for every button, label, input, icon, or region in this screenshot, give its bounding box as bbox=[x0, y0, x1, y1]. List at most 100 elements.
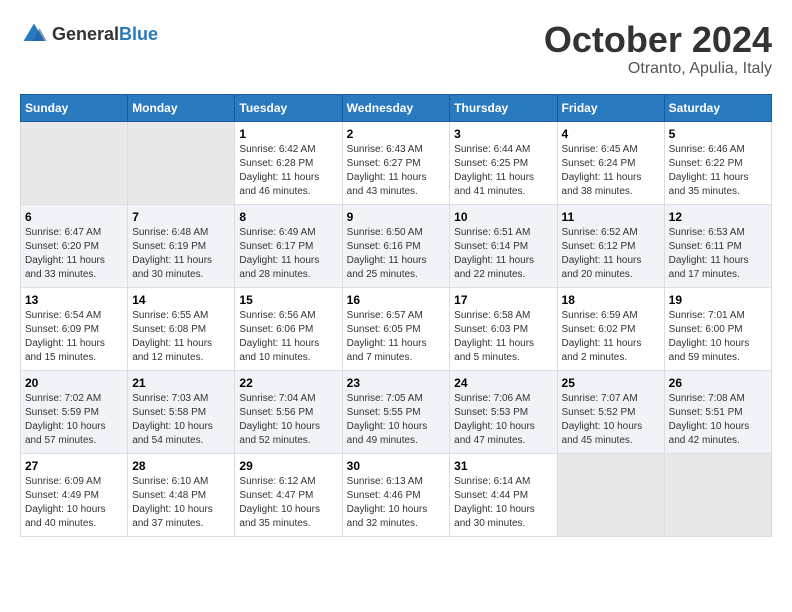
calendar-cell: 19Sunrise: 7:01 AMSunset: 6:00 PMDayligh… bbox=[664, 287, 771, 370]
day-info: Sunrise: 7:03 AMSunset: 5:58 PMDaylight:… bbox=[132, 392, 230, 448]
calendar-cell bbox=[664, 453, 771, 536]
day-number: 15 bbox=[239, 293, 337, 307]
calendar-cell: 9 Sunrise: 6:50 AMSunset: 6:16 PMDaylight… bbox=[342, 204, 450, 287]
logo-blue: Blue bbox=[119, 24, 158, 44]
day-info: Sunrise: 6:49 AMSunset: 6:17 PMDaylight:… bbox=[239, 226, 337, 282]
calendar-cell: 20Sunrise: 7:02 AMSunset: 5:59 PMDayligh… bbox=[21, 370, 128, 453]
calendar-cell: 11Sunrise: 6:52 AMSunset: 6:12 PMDayligh… bbox=[557, 204, 664, 287]
calendar-cell: 1 Sunrise: 6:42 AMSunset: 6:28 PMDaylight… bbox=[235, 121, 342, 204]
calendar-cell: 17Sunrise: 6:58 AMSunset: 6:03 PMDayligh… bbox=[450, 287, 557, 370]
calendar-cell: 30Sunrise: 6:13 AMSunset: 4:46 PMDayligh… bbox=[342, 453, 450, 536]
day-info: Sunrise: 7:06 AMSunset: 5:53 PMDaylight:… bbox=[454, 392, 552, 448]
calendar-week-row: 27 Sunrise: 6:09 AMSunset: 4:49 PMDayligh… bbox=[21, 453, 772, 536]
day-number: 31 bbox=[454, 459, 552, 473]
day-number: 24 bbox=[454, 376, 552, 390]
day-number: 3 bbox=[454, 127, 552, 141]
calendar-table: SundayMondayTuesdayWednesdayThursdayFrid… bbox=[20, 94, 772, 537]
calendar-cell: 2 Sunrise: 6:43 AMSunset: 6:27 PMDaylight… bbox=[342, 121, 450, 204]
calendar-cell: 26 Sunrise: 7:08 AMSunset: 5:51 PMDayligh… bbox=[664, 370, 771, 453]
day-header-friday: Friday bbox=[557, 94, 664, 121]
calendar-cell: 10Sunrise: 6:51 AMSunset: 6:14 PMDayligh… bbox=[450, 204, 557, 287]
calendar-week-row: 13 Sunrise: 6:54 AMSunset: 6:09 PMDayligh… bbox=[21, 287, 772, 370]
calendar-cell: 14Sunrise: 6:55 AMSunset: 6:08 PMDayligh… bbox=[128, 287, 235, 370]
day-header-thursday: Thursday bbox=[450, 94, 557, 121]
page-header: GeneralBlue October 2024 Otranto, Apulia… bbox=[20, 20, 772, 78]
day-number: 28 bbox=[132, 459, 230, 473]
calendar-cell: 5 Sunrise: 6:46 AMSunset: 6:22 PMDaylight… bbox=[664, 121, 771, 204]
day-info: Sunrise: 6:14 AMSunset: 4:44 PMDaylight:… bbox=[454, 475, 552, 531]
day-number: 9 bbox=[347, 210, 446, 224]
day-number: 29 bbox=[239, 459, 337, 473]
day-info: Sunrise: 6:44 AMSunset: 6:25 PMDaylight:… bbox=[454, 143, 552, 199]
day-number: 5 bbox=[669, 127, 767, 141]
day-info: Sunrise: 6:55 AMSunset: 6:08 PMDaylight:… bbox=[132, 309, 230, 365]
day-info: Sunrise: 6:09 AMSunset: 4:49 PMDaylight:… bbox=[25, 475, 123, 531]
day-info: Sunrise: 6:53 AMSunset: 6:11 PMDaylight:… bbox=[669, 226, 767, 282]
location-title: Otranto, Apulia, Italy bbox=[544, 60, 772, 78]
calendar-cell: 29 Sunrise: 6:12 AMSunset: 4:47 PMDayligh… bbox=[235, 453, 342, 536]
calendar-cell: 16Sunrise: 6:57 AMSunset: 6:05 PMDayligh… bbox=[342, 287, 450, 370]
day-number: 17 bbox=[454, 293, 552, 307]
day-number: 30 bbox=[347, 459, 446, 473]
calendar-cell: 12Sunrise: 6:53 AMSunset: 6:11 PMDayligh… bbox=[664, 204, 771, 287]
day-number: 10 bbox=[454, 210, 552, 224]
logo-text: GeneralBlue bbox=[52, 24, 158, 45]
calendar-cell: 7 Sunrise: 6:48 AMSunset: 6:19 PMDaylight… bbox=[128, 204, 235, 287]
day-number: 20 bbox=[25, 376, 123, 390]
calendar-cell: 13 Sunrise: 6:54 AMSunset: 6:09 PMDayligh… bbox=[21, 287, 128, 370]
day-number: 22 bbox=[239, 376, 337, 390]
day-info: Sunrise: 6:43 AMSunset: 6:27 PMDaylight:… bbox=[347, 143, 446, 199]
day-number: 21 bbox=[132, 376, 230, 390]
day-info: Sunrise: 6:52 AMSunset: 6:12 PMDaylight:… bbox=[562, 226, 660, 282]
calendar-cell: 24 Sunrise: 7:06 AMSunset: 5:53 PMDayligh… bbox=[450, 370, 557, 453]
day-info: Sunrise: 6:54 AMSunset: 6:09 PMDaylight:… bbox=[25, 309, 123, 365]
day-header-sunday: Sunday bbox=[21, 94, 128, 121]
day-info: Sunrise: 6:42 AMSunset: 6:28 PMDaylight:… bbox=[239, 143, 337, 199]
calendar-header-row: SundayMondayTuesdayWednesdayThursdayFrid… bbox=[21, 94, 772, 121]
calendar-week-row: 20Sunrise: 7:02 AMSunset: 5:59 PMDayligh… bbox=[21, 370, 772, 453]
calendar-cell: 23 Sunrise: 7:05 AMSunset: 5:55 PMDayligh… bbox=[342, 370, 450, 453]
day-number: 26 bbox=[669, 376, 767, 390]
day-number: 6 bbox=[25, 210, 123, 224]
day-info: Sunrise: 6:48 AMSunset: 6:19 PMDaylight:… bbox=[132, 226, 230, 282]
day-header-saturday: Saturday bbox=[664, 94, 771, 121]
day-number: 7 bbox=[132, 210, 230, 224]
day-number: 27 bbox=[25, 459, 123, 473]
calendar-cell: 6Sunrise: 6:47 AMSunset: 6:20 PMDaylight… bbox=[21, 204, 128, 287]
day-info: Sunrise: 7:04 AMSunset: 5:56 PMDaylight:… bbox=[239, 392, 337, 448]
calendar-cell: 8 Sunrise: 6:49 AMSunset: 6:17 PMDaylight… bbox=[235, 204, 342, 287]
day-number: 8 bbox=[239, 210, 337, 224]
calendar-cell bbox=[128, 121, 235, 204]
day-header-monday: Monday bbox=[128, 94, 235, 121]
day-info: Sunrise: 7:01 AMSunset: 6:00 PMDaylight:… bbox=[669, 309, 767, 365]
day-info: Sunrise: 6:50 AMSunset: 6:16 PMDaylight:… bbox=[347, 226, 446, 282]
logo: GeneralBlue bbox=[20, 20, 158, 48]
day-number: 18 bbox=[562, 293, 660, 307]
calendar-cell bbox=[21, 121, 128, 204]
calendar-week-row: 1 Sunrise: 6:42 AMSunset: 6:28 PMDaylight… bbox=[21, 121, 772, 204]
calendar-cell: 18 Sunrise: 6:59 AMSunset: 6:02 PMDayligh… bbox=[557, 287, 664, 370]
day-info: Sunrise: 7:08 AMSunset: 5:51 PMDaylight:… bbox=[669, 392, 767, 448]
calendar-cell: 27 Sunrise: 6:09 AMSunset: 4:49 PMDayligh… bbox=[21, 453, 128, 536]
calendar-cell bbox=[557, 453, 664, 536]
month-title: October 2024 bbox=[544, 20, 772, 60]
day-number: 1 bbox=[239, 127, 337, 141]
day-info: Sunrise: 6:12 AMSunset: 4:47 PMDaylight:… bbox=[239, 475, 337, 531]
day-info: Sunrise: 6:46 AMSunset: 6:22 PMDaylight:… bbox=[669, 143, 767, 199]
calendar-cell: 31 Sunrise: 6:14 AMSunset: 4:44 PMDayligh… bbox=[450, 453, 557, 536]
day-number: 2 bbox=[347, 127, 446, 141]
day-info: Sunrise: 6:59 AMSunset: 6:02 PMDaylight:… bbox=[562, 309, 660, 365]
day-header-tuesday: Tuesday bbox=[235, 94, 342, 121]
title-block: October 2024 Otranto, Apulia, Italy bbox=[544, 20, 772, 78]
day-number: 13 bbox=[25, 293, 123, 307]
logo-general: General bbox=[52, 24, 119, 44]
day-number: 23 bbox=[347, 376, 446, 390]
calendar-cell: 15Sunrise: 6:56 AMSunset: 6:06 PMDayligh… bbox=[235, 287, 342, 370]
day-info: Sunrise: 6:10 AMSunset: 4:48 PMDaylight:… bbox=[132, 475, 230, 531]
calendar-cell: 4Sunrise: 6:45 AMSunset: 6:24 PMDaylight… bbox=[557, 121, 664, 204]
calendar-cell: 25Sunrise: 7:07 AMSunset: 5:52 PMDayligh… bbox=[557, 370, 664, 453]
calendar-cell: 3 Sunrise: 6:44 AMSunset: 6:25 PMDaylight… bbox=[450, 121, 557, 204]
day-info: Sunrise: 7:05 AMSunset: 5:55 PMDaylight:… bbox=[347, 392, 446, 448]
day-info: Sunrise: 7:07 AMSunset: 5:52 PMDaylight:… bbox=[562, 392, 660, 448]
day-header-wednesday: Wednesday bbox=[342, 94, 450, 121]
